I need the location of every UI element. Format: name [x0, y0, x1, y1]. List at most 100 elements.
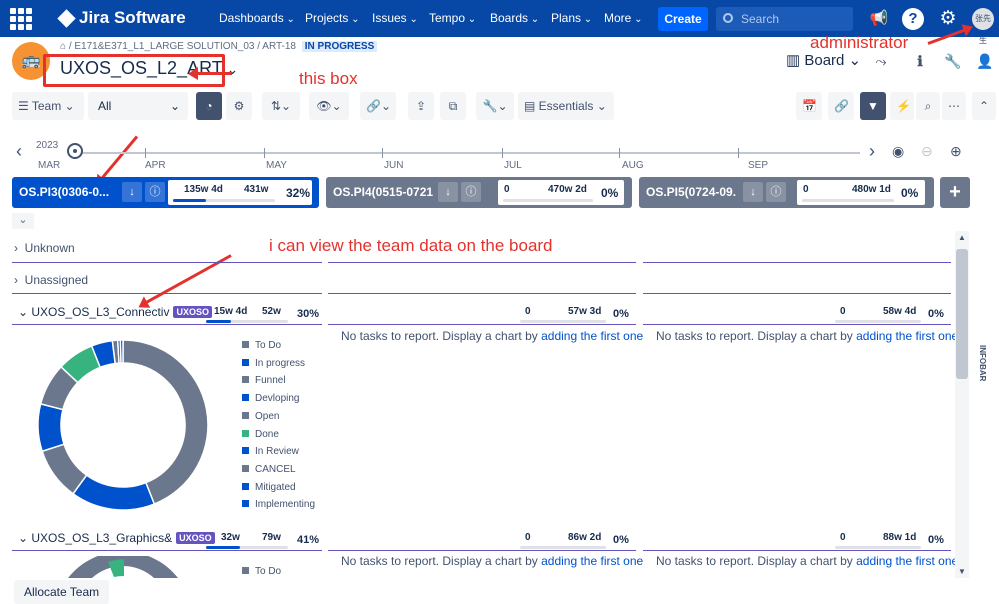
team-tag: UXOSO	[176, 532, 215, 544]
row-divider	[643, 550, 951, 551]
magnifier-icon[interactable]: ⌕	[916, 92, 940, 120]
timeline-marker-icon[interactable]	[67, 143, 83, 159]
add-chart-link[interactable]: adding the first one	[541, 554, 643, 568]
scrollbar[interactable]: ▲ ▼	[955, 231, 969, 578]
zoom-out-icon[interactable]: ⊖	[921, 143, 933, 160]
jira-logo[interactable]: Jira Software	[57, 8, 186, 28]
collapse-up-icon[interactable]: ⌃	[972, 92, 996, 120]
sort-down-icon[interactable]: ↓	[743, 182, 763, 202]
info-icon[interactable]: ⓘ	[766, 182, 786, 202]
info-icon[interactable]: ℹ	[907, 48, 933, 74]
user-avatar[interactable]: 张先生	[972, 8, 994, 45]
month-label: JUL	[504, 160, 522, 171]
pie-chart-icon[interactable]: ◔	[196, 92, 222, 120]
filter-value: All	[98, 99, 112, 113]
create-button[interactable]: Create	[658, 7, 708, 31]
settings-icon[interactable]: ⚙	[226, 92, 252, 120]
timeline-tick	[738, 148, 739, 158]
nav-plans[interactable]: Plans	[551, 11, 592, 25]
info-icon[interactable]: ⓘ	[145, 182, 165, 202]
timeline-axis	[76, 152, 860, 154]
nav-tempo[interactable]: Tempo	[429, 11, 476, 25]
gear-icon[interactable]: ⚙	[937, 8, 959, 30]
megaphone-icon[interactable]: 📢	[868, 8, 890, 30]
scenario-icon[interactable]: ⧉	[440, 92, 466, 120]
legend-swatch	[242, 464, 249, 472]
home-icon[interactable]: ⌂	[60, 41, 66, 52]
pi-percent: 32%	[286, 186, 311, 200]
sort-down-icon[interactable]: ↓	[438, 182, 458, 202]
add-chart-link[interactable]: adding the first one	[541, 329, 643, 343]
group-unknown[interactable]: › Unknown	[14, 241, 75, 255]
group-unassigned[interactable]: › Unassigned	[14, 273, 88, 287]
legend-swatch	[242, 376, 249, 384]
legend-swatch	[242, 447, 249, 455]
info-icon[interactable]: ⓘ	[461, 182, 481, 202]
app-switcher-icon[interactable]	[10, 8, 32, 30]
link-chain-icon[interactable]: 🔗	[828, 92, 854, 120]
essentials-button[interactable]: ▤ Essentials ⌄	[518, 92, 614, 120]
donut-slice	[119, 339, 124, 364]
wrench-icon[interactable]: 🔧	[940, 48, 966, 74]
person-icon[interactable]: 👤	[972, 48, 998, 74]
add-pi-button[interactable]: +	[940, 177, 970, 208]
cell-percent: 0%	[928, 534, 944, 546]
infobar-tab[interactable]: INFOBAR	[978, 345, 987, 381]
pi-card[interactable]: OS.PI5(0724-09... ↓ ⓘ 0 480w 1d 0%	[639, 177, 934, 208]
timeline-tick	[264, 148, 265, 158]
nav-dashboards[interactable]: Dashboards	[219, 11, 295, 25]
month-label: SEP	[748, 160, 769, 171]
add-chart-link[interactable]: adding the first one	[856, 329, 958, 343]
collapse-all-button[interactable]: ⌄	[12, 213, 34, 229]
pi-progress-bar	[802, 199, 894, 202]
zoom-in-icon[interactable]: ⊕	[950, 143, 962, 160]
nav-projects[interactable]: Projects	[305, 11, 360, 25]
pi-done-value: 0	[504, 184, 510, 195]
upload-icon[interactable]: ⇪	[408, 92, 434, 120]
sort-icon[interactable]: ⇅⌄	[262, 92, 300, 120]
cell-total-value: 58w 4d	[883, 306, 917, 317]
eye-icon[interactable]: 👁⌄	[309, 92, 349, 120]
pi-card[interactable]: OS.PI4(0515-0721) ↓ ⓘ 0 470w 2d 0%	[326, 177, 632, 208]
scroll-thumb[interactable]	[956, 249, 968, 379]
share-icon[interactable]: ⤳	[868, 48, 894, 74]
no-tasks-text: No tasks to report. Display a chart by	[656, 554, 857, 568]
annotation-arrow	[194, 72, 232, 75]
team-progress-bar	[206, 546, 288, 549]
legend-label: Implementing	[255, 499, 316, 511]
calendar-icon[interactable]: 📅	[796, 92, 822, 120]
link-icon[interactable]: 🔗⌄	[360, 92, 396, 120]
target-icon[interactable]: ◉	[892, 143, 904, 160]
board-view-selector[interactable]: ▥ Board ⌄	[786, 51, 861, 69]
nav-more[interactable]: More	[604, 11, 643, 25]
pi-name: OS.PI5(0724-09...	[646, 185, 736, 199]
allocate-team-button[interactable]: Allocate Team	[14, 580, 110, 604]
scroll-down-icon[interactable]: ▼	[958, 567, 966, 576]
lightning-icon[interactable]: ⚡	[890, 92, 914, 120]
filter-icon[interactable]: ▼	[860, 92, 886, 120]
search-input[interactable]: Search	[716, 7, 853, 31]
team-row[interactable]: ⌄ UXOS_OS_L3_Graphics& UXOSO	[18, 531, 215, 545]
pi-card[interactable]: OS.PI3(0306-0... ↓ ⓘ 135w 4d 431w 32%	[12, 177, 319, 208]
breadcrumb-path[interactable]: / E171&E371_L1_LARGE SOLUTION_03 / ART-1…	[69, 41, 296, 52]
legend-item: Mitigated	[242, 482, 296, 493]
help-icon[interactable]: ?	[902, 8, 924, 30]
chevron-down-icon: ⌄	[169, 99, 180, 113]
nav-boards[interactable]: Boards	[490, 11, 539, 25]
search-placeholder: Search	[741, 12, 780, 26]
team-dropdown[interactable]: ☰ Team ⌄	[12, 92, 84, 120]
chevron-right-icon[interactable]: ›	[869, 141, 875, 162]
app-name: Jira Software	[79, 8, 186, 27]
chevron-left-icon[interactable]: ‹	[16, 141, 22, 162]
sort-down-icon[interactable]: ↓	[122, 182, 142, 202]
tools-icon[interactable]: 🔧⌄	[476, 92, 514, 120]
legend-item: Open	[242, 411, 279, 422]
filter-select[interactable]: All ⌄	[88, 92, 188, 120]
add-chart-link[interactable]: adding the first one	[856, 554, 958, 568]
scroll-up-icon[interactable]: ▲	[958, 233, 966, 242]
more-icon[interactable]: ⋯	[942, 92, 966, 120]
status-badge: IN PROGRESS	[301, 41, 378, 52]
nav-issues[interactable]: Issues	[372, 11, 418, 25]
team-row[interactable]: ⌄ UXOS_OS_L3_Connectiv UXOSO	[18, 305, 212, 319]
timeline-tick	[145, 148, 146, 158]
